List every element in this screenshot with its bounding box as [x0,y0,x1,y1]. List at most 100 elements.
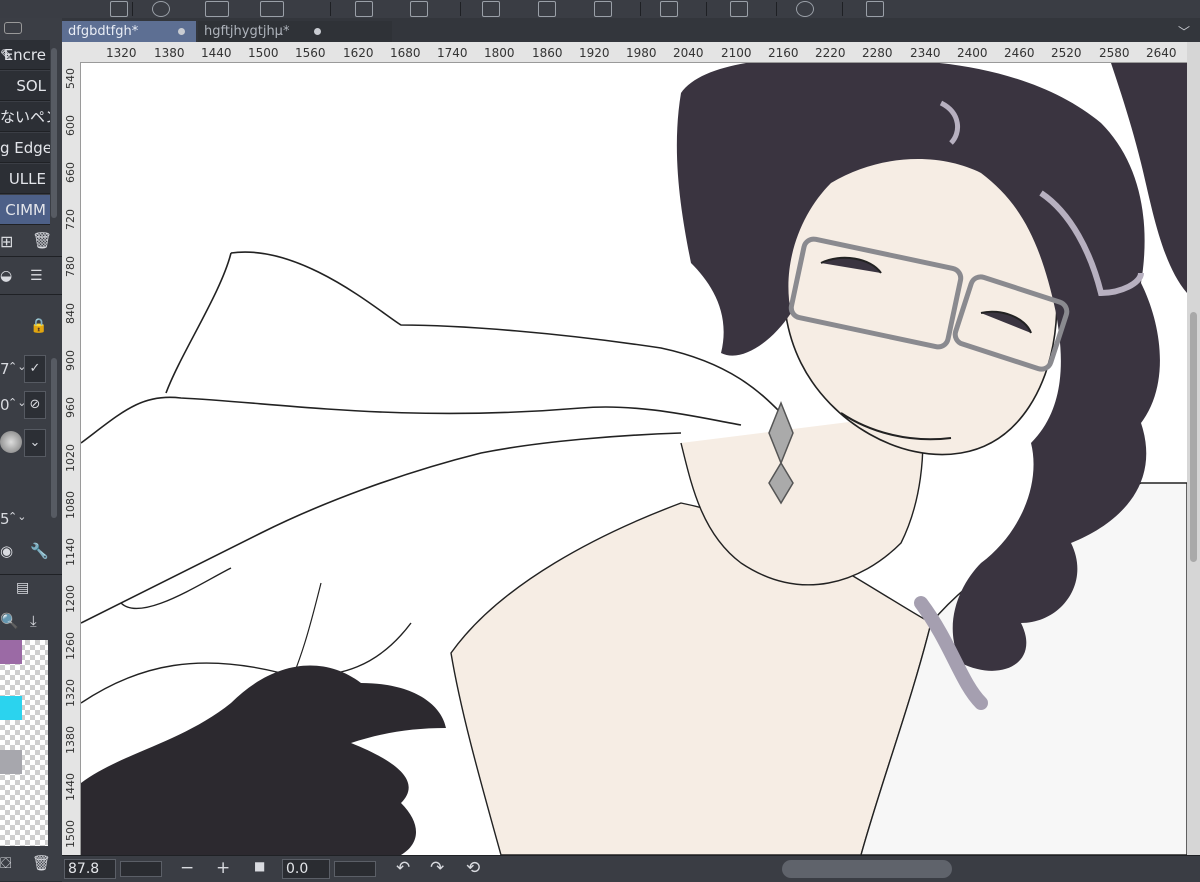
zoom-slider[interactable] [120,861,162,877]
add-subtool-icon[interactable]: ⊞ [0,232,13,251]
color-swatch[interactable] [0,750,22,774]
ruler-label: 540 [64,68,77,89]
rotation-field[interactable]: 0.0 [282,859,330,879]
toolbar-divider [776,2,777,16]
divider [0,256,62,257]
artwork [81,63,1187,855]
search-icon[interactable] [866,1,884,17]
fill-icon[interactable] [260,1,284,17]
transform-icon[interactable] [594,1,612,17]
trash-icon[interactable]: 🗑 [32,854,51,872]
chevron-down-icon[interactable]: ﹀ [1178,23,1190,40]
bucket-icon[interactable] [538,1,556,17]
sparkle-icon[interactable] [482,1,500,17]
ruler-label: 1980 [626,46,657,60]
flip-icon[interactable] [660,1,678,17]
rotate-left-icon[interactable]: ↶ [396,858,410,878]
subtool-ulle[interactable]: ULLE [0,164,50,194]
reset-rotation-icon[interactable]: ⟲ [466,858,480,878]
check-icon[interactable]: ✓ [24,355,46,383]
subtool-scrollbar[interactable] [51,48,57,218]
ruler-label: 1080 [64,491,77,519]
download-icon[interactable]: ⤓ [30,612,37,630]
ruler-label: 2400 [957,46,988,60]
unsaved-dot-icon[interactable] [178,28,185,35]
vertical-ruler: 540 600 660 720 780 840 900 960 1020 108… [62,62,81,855]
chevron-down-icon[interactable]: ⌄ [24,429,46,457]
fit-screen-icon[interactable]: ■ [254,859,265,873]
rotation-slider[interactable] [334,861,376,877]
undo-icon[interactable] [355,1,373,17]
tab-label: dfgbdtfgh* [68,24,139,39]
subtool-encre[interactable]: ✎ Encre [0,40,50,70]
zoom-out-button[interactable]: − [180,858,194,878]
ruler-label: 1740 [437,46,468,60]
horizontal-scrollbar[interactable] [782,860,952,878]
add-icon[interactable] [152,1,170,17]
color-actions: 🔍 ⤓ [0,610,62,634]
zoom-field[interactable]: 87.8 [64,859,116,879]
subtool-label: ないペン [0,108,50,126]
slash-icon[interactable]: ⊘ [24,391,46,419]
ruler-label: 1680 [390,46,421,60]
ruler-label: 1140 [64,538,77,566]
eraser-icon[interactable] [205,1,229,17]
gloved-hand [81,665,446,855]
target-icon[interactable]: ◉ [0,542,13,560]
color-tabs: ▤ [0,580,62,600]
wrench-icon[interactable]: 🔧 [30,542,49,560]
trash-icon[interactable]: 🗑 [32,231,52,250]
ruler-label: 2640 [1146,46,1177,60]
stabilization-row: 5 ⌃⌄ [0,504,50,534]
rotate-right-icon[interactable]: ↷ [430,858,444,878]
ruler-label: 2220 [815,46,846,60]
property-tabs: ◒ ☰ [0,268,62,288]
color-swatch[interactable] [0,640,22,664]
ruler-label: 1440 [64,773,77,801]
ruler-label: 2280 [862,46,893,60]
subtool-pen[interactable]: ないペン [0,102,50,132]
subtool-edge[interactable]: g Edge [0,133,50,163]
ruler-label: 1320 [106,46,137,60]
ruler-label: 1200 [64,585,77,613]
view-icon[interactable] [4,22,22,34]
property-scrollbar[interactable] [51,358,57,518]
camera-icon[interactable] [110,1,128,17]
toolbar-divider [330,2,331,16]
brush-tab-icon[interactable]: ◒ [0,268,12,284]
ruler-label: 1860 [532,46,563,60]
bucket-icon[interactable]: ⛋ [0,854,11,872]
device-icon[interactable] [730,1,748,17]
film-icon[interactable]: ▤ [16,580,29,596]
zoom-icon[interactable]: 🔍 [0,612,19,630]
ruler-label: 900 [64,350,77,371]
spinner-icon[interactable]: ⌃⌄ [8,502,26,532]
opacity-row: 0 ⌃⌄ ⊘ [0,390,50,420]
ruler-label: 720 [64,209,77,230]
subtool-sol[interactable]: SOL [0,71,50,101]
scrollbar-thumb[interactable] [1190,312,1197,562]
speech-icon[interactable] [796,1,814,17]
settings-tab-icon[interactable]: ☰ [30,268,43,284]
tab-hgftjhygtjh[interactable]: hgftjhygtjhµ* [198,21,392,42]
ruler-label: 1500 [248,46,279,60]
color-swatch[interactable] [0,696,22,720]
vertical-scrollbar[interactable] [1187,42,1200,855]
tab-dfgbdtfgh[interactable]: dfgbdtfgh* [62,21,196,42]
ruler-label: 1260 [64,632,77,660]
toolbar-divider [706,2,707,16]
brush-shape-row: ⌄ [0,428,50,458]
ruler-label: 1500 [64,820,77,848]
lock-icon[interactable]: 🔒 [30,318,47,334]
brush-tip-icon[interactable] [0,431,22,453]
subtool-cimm[interactable]: CIMM [0,195,50,225]
shirt-fold [120,567,232,610]
drawing-canvas[interactable] [81,63,1187,855]
ruler-label: 2580 [1099,46,1130,60]
redo-icon[interactable] [410,1,428,17]
zoom-in-button[interactable]: + [216,858,230,878]
ruler-label: 1920 [579,46,610,60]
unsaved-dot-icon[interactable] [314,28,321,35]
divider [0,294,62,295]
pillow-outline [230,251,782,414]
